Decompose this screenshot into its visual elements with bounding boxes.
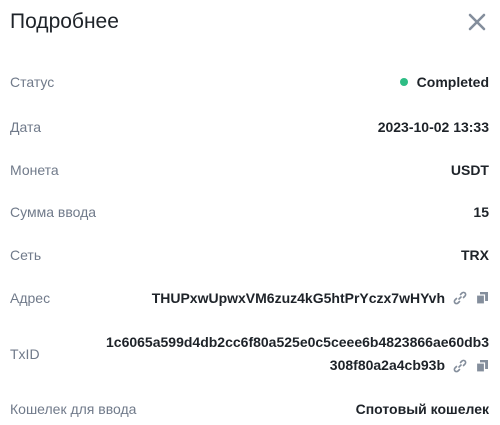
txid-text-line2: 308f80a2a4cb93b: [329, 357, 445, 373]
wallet-value: Спотовый кошелек: [355, 401, 489, 417]
address-value: THUPxwUpwxVM6zuz4kG5htPrYczx7wHYvh: [152, 290, 489, 306]
network-row: Сеть TRX: [10, 243, 489, 267]
date-value: 2023-10-02 13:33: [377, 119, 489, 135]
status-text: Completed: [416, 74, 489, 90]
status-dot: [399, 78, 408, 86]
coin-value: USDT: [450, 162, 489, 178]
copy-icon[interactable]: [475, 359, 489, 373]
txid-row: TxID 1c6065a599d4db2cc6f80a525e0c5ceee6b…: [10, 331, 489, 377]
close-icon[interactable]: [466, 11, 488, 33]
date-row: Дата 2023-10-02 13:33: [10, 115, 489, 139]
date-label: Дата: [10, 119, 42, 135]
copy-icon[interactable]: [475, 291, 489, 305]
address-row: Адрес THUPxwUpwxVM6zuz4kG5htPrYczx7wHYvh: [10, 286, 489, 310]
network-label: Сеть: [10, 247, 42, 263]
link-icon[interactable]: [453, 291, 467, 305]
address-label: Адрес: [10, 290, 51, 306]
coin-label: Монета: [10, 162, 59, 178]
link-icon[interactable]: [453, 359, 467, 373]
panel-header: Подробнее: [10, 6, 488, 38]
txid-label: TxID: [10, 346, 40, 362]
details-panel: Подробнее Статус Completed Дата 2023-10-…: [0, 0, 500, 425]
network-value: TRX: [461, 247, 489, 263]
wallet-label: Кошелек для ввода: [10, 401, 137, 417]
status-label: Статус: [10, 74, 55, 90]
amount-value: 15: [473, 204, 489, 220]
coin-row: Монета USDT: [10, 158, 489, 182]
wallet-row: Кошелек для ввода Спотовый кошелек: [10, 397, 489, 421]
status-value: Completed: [399, 74, 489, 90]
panel-title: Подробнее: [10, 10, 119, 33]
txid-text-line1: 1c6065a599d4db2cc6f80a525e0c5ceee6b48238…: [106, 334, 489, 350]
status-row: Статус Completed: [10, 70, 489, 94]
amount-label: Сумма ввода: [10, 204, 97, 220]
txid-value: 1c6065a599d4db2cc6f80a525e0c5ceee6b48238…: [79, 331, 489, 377]
amount-row: Сумма ввода 15: [10, 200, 489, 224]
address-text: THUPxwUpwxVM6zuz4kG5htPrYczx7wHYvh: [151, 290, 445, 306]
